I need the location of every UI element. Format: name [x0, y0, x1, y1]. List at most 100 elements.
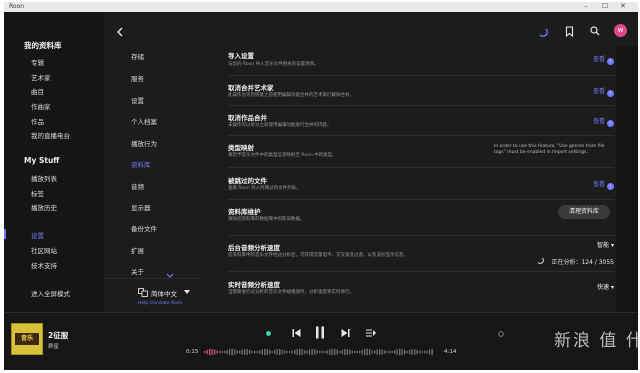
sidebar-item-community[interactable]: 社区网站 [31, 245, 57, 255]
tab-playback[interactable]: 播放行为 [131, 138, 157, 148]
waveform-bar[interactable] [371, 350, 373, 354]
waveform-bar[interactable] [389, 350, 391, 354]
language-selector[interactable]: 简体中文 [151, 288, 177, 298]
waveform-bar[interactable] [236, 350, 238, 354]
tab-extensions[interactable]: 扩展 [131, 245, 144, 255]
waveform-bar[interactable] [316, 350, 318, 354]
waveform-bar[interactable] [294, 349, 296, 355]
waveform-bar[interactable] [311, 349, 313, 355]
sidebar-item-settings[interactable]: 设置 [31, 230, 44, 240]
waveform-bar[interactable] [276, 349, 278, 355]
sidebar-item-live-radio[interactable]: 我的直播电台 [31, 130, 70, 140]
sidebar-item-albums[interactable]: 专辑 [31, 57, 44, 67]
tab-profile[interactable]: 个人档案 [131, 116, 157, 126]
waveform-bar[interactable] [351, 350, 353, 354]
sidebar-item-tracks[interactable]: 曲目 [31, 86, 44, 96]
waveform-bar[interactable] [361, 349, 363, 355]
caret-down-icon[interactable] [184, 290, 190, 294]
realtime-speed-select[interactable]: 快速 ▾ [597, 282, 614, 291]
waveform-bar[interactable] [404, 349, 406, 355]
waveform-bar[interactable] [366, 348, 368, 356]
waveform-bar[interactable] [254, 350, 256, 354]
help-translate-link[interactable]: Help translate Roon [138, 301, 183, 306]
sidebar-item-compositions[interactable]: 作品 [31, 116, 44, 126]
waveform-bar[interactable] [409, 349, 411, 355]
waveform-bar[interactable] [209, 349, 211, 356]
waveform-bar[interactable] [274, 349, 276, 355]
tab-storage[interactable]: 存储 [131, 51, 144, 61]
waveform-bar[interactable] [246, 349, 248, 355]
waveform-bar[interactable] [376, 349, 378, 355]
favorite-icon[interactable] [498, 331, 504, 337]
waveform-bar[interactable] [319, 350, 321, 354]
waveform-bar[interactable] [251, 350, 253, 354]
waveform-bar[interactable] [229, 349, 231, 355]
waveform-bar[interactable] [256, 351, 258, 354]
waveform-bar[interactable] [259, 350, 261, 354]
waveform-bar[interactable] [401, 348, 403, 356]
waveform-bar[interactable] [369, 349, 371, 355]
waveform-bar[interactable] [394, 350, 396, 354]
waveform-bar[interactable] [309, 349, 311, 355]
waveform-bar[interactable] [359, 350, 361, 354]
track-title[interactable]: 2征服 [48, 330, 68, 341]
waveform-bar[interactable] [296, 349, 298, 356]
track-artist[interactable]: 群星 [48, 342, 59, 350]
waveform-bar[interactable] [326, 350, 328, 354]
waveform-bar[interactable] [204, 351, 206, 353]
waveform-bar[interactable] [406, 351, 408, 354]
waveform-bar[interactable] [306, 350, 308, 354]
waveform-bar[interactable] [349, 349, 351, 355]
waveform-bar[interactable] [414, 349, 416, 355]
waveform-bar[interactable] [226, 349, 228, 355]
waveform-bar[interactable] [304, 350, 306, 354]
waveform-bar[interactable] [431, 348, 433, 356]
tab-about[interactable]: 关于 [131, 266, 144, 276]
clean-library-button[interactable]: 清理资料库 [558, 205, 610, 219]
waveform-bar[interactable] [239, 350, 241, 354]
waveform-bar[interactable] [206, 349, 208, 355]
waveform-bar[interactable] [354, 350, 356, 354]
waveform-bar[interactable] [249, 350, 251, 354]
sidebar-item-support[interactable]: 技术支持 [31, 260, 57, 270]
tab-general[interactable]: 设置 [131, 95, 144, 105]
waveform-bar[interactable] [281, 349, 283, 355]
sidebar-item-artists[interactable]: 艺术家 [31, 72, 51, 82]
waveform-bar[interactable] [411, 349, 413, 355]
waveform-bar[interactable] [279, 349, 281, 355]
waveform-bar[interactable] [224, 350, 226, 354]
next-track-icon[interactable] [341, 328, 350, 338]
minimize-button[interactable]: – [584, 2, 588, 10]
waveform-bar[interactable] [289, 350, 291, 354]
seek-waveform[interactable] [204, 346, 434, 358]
previous-track-icon[interactable] [292, 328, 301, 338]
sidebar-item-composers[interactable]: 作曲家 [31, 101, 51, 111]
waveform-bar[interactable] [346, 349, 348, 355]
search-icon[interactable] [590, 26, 600, 36]
waveform-bar[interactable] [426, 350, 428, 354]
waveform-bar[interactable] [336, 349, 338, 355]
waveform-bar[interactable] [356, 350, 358, 354]
view-button[interactable]: 查看 › [593, 54, 614, 65]
waveform-bar[interactable] [211, 348, 213, 356]
tab-audio[interactable]: 音频 [131, 181, 144, 191]
waveform-bar[interactable] [284, 350, 286, 354]
waveform-bar[interactable] [219, 350, 221, 354]
close-button[interactable]: ✕ [620, 2, 626, 10]
waveform-bar[interactable] [364, 348, 366, 356]
waveform-bar[interactable] [331, 348, 333, 356]
fullscreen-button[interactable]: 进入全屏模式 [31, 288, 70, 298]
waveform-bar[interactable] [269, 349, 271, 355]
waveform-bar[interactable] [379, 349, 381, 355]
pause-icon[interactable] [315, 326, 325, 339]
waveform-bar[interactable] [339, 351, 341, 354]
waveform-bar[interactable] [396, 349, 398, 355]
zone-status-icon[interactable] [266, 331, 271, 336]
waveform-bar[interactable] [244, 348, 246, 356]
view-button[interactable]: 查看 › [593, 86, 614, 97]
waveform-bar[interactable] [321, 350, 323, 354]
waveform-bar[interactable] [266, 348, 268, 356]
waveform-bar[interactable] [381, 349, 383, 355]
maximize-button[interactable]: ☐ [602, 2, 608, 10]
sidebar-item-playlists[interactable]: 播放列表 [31, 173, 57, 183]
